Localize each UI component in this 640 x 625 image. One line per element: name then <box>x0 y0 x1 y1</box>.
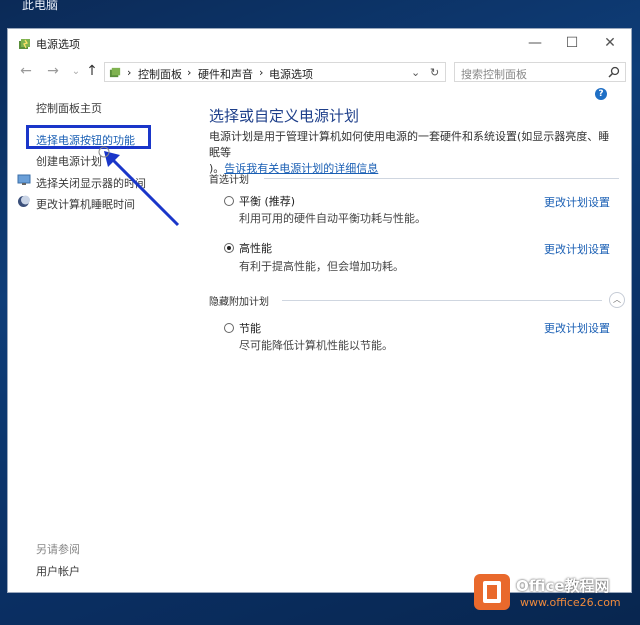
office-logo-icon <box>474 574 510 610</box>
pointer-arrow-annotation <box>98 146 180 227</box>
watermark-brand: Office教程网 <box>516 577 610 595</box>
watermark-url: www.office26.com <box>520 596 621 609</box>
